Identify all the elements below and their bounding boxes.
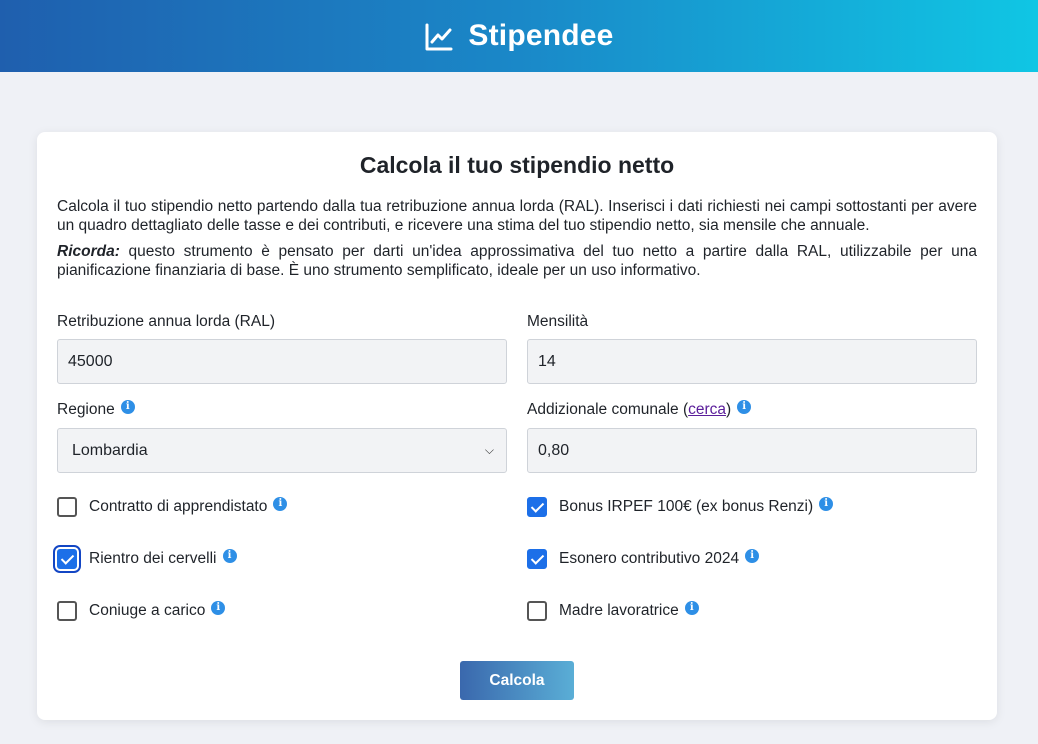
info-icon[interactable]: i	[745, 549, 760, 563]
checkbox-label: Contratto di apprendistato	[89, 498, 268, 515]
checkbox-esonero[interactable]: Esonero contributivo 2024 i	[527, 549, 760, 569]
mensilita-label: Mensilità	[527, 313, 589, 330]
info-icon[interactable]: i	[222, 549, 237, 563]
info-icon[interactable]: i	[273, 497, 288, 511]
comunale-label-row: Addizionale comunale (cerca) i	[527, 400, 752, 419]
ral-label: Retribuzione annua lorda (RAL)	[57, 313, 275, 330]
info-icon[interactable]: i	[120, 400, 135, 414]
checkbox-bonus-irpef[interactable]: Bonus IRPEF 100€ (ex bonus Renzi) i	[527, 497, 834, 517]
regione-select[interactable]: Lombardia ⌵	[57, 428, 507, 473]
chevron-down-icon: ⌵	[484, 443, 494, 457]
info-icon[interactable]: i	[211, 601, 226, 615]
checkbox[interactable]	[527, 549, 547, 569]
checkbox-coniuge[interactable]: Coniuge a carico i	[57, 601, 226, 621]
regione-label-row: Regione i	[57, 400, 135, 419]
info-icon[interactable]: i	[684, 601, 699, 615]
checkbox-label: Rientro dei cervelli	[89, 550, 217, 567]
comunale-input[interactable]: 0,80	[527, 428, 977, 473]
checkbox[interactable]	[527, 601, 547, 621]
checkbox-label: Madre lavoratrice	[559, 602, 679, 619]
checkbox[interactable]	[53, 545, 81, 573]
comunale-label: Addizionale comunale (	[527, 401, 689, 418]
reminder-label: Ricorda:	[57, 243, 120, 260]
checkbox-rientro-cervelli[interactable]: Rientro dei cervelli i	[53, 545, 237, 573]
mensilita-input[interactable]: 14	[527, 339, 977, 384]
checkbox[interactable]	[57, 601, 77, 621]
checkbox-label: Bonus IRPEF 100€ (ex bonus Renzi)	[559, 498, 814, 515]
info-icon[interactable]: i	[737, 400, 752, 414]
regione-label: Regione	[57, 401, 115, 418]
calcola-button[interactable]: Calcola	[460, 661, 574, 700]
calculator-card: Calcola il tuo stipendio netto Calcola i…	[37, 132, 997, 720]
intro-paragraph: Calcola il tuo stipendio netto partendo …	[57, 198, 977, 234]
ral-input[interactable]: 45000	[57, 339, 507, 384]
checkbox-label: Esonero contributivo 2024	[559, 550, 740, 567]
page-title: Calcola il tuo stipendio netto	[359, 152, 675, 178]
app-header: Stipendee	[0, 0, 1038, 72]
regione-selected-value: Lombardia	[72, 441, 148, 459]
checkbox-madre[interactable]: Madre lavoratrice i	[527, 601, 699, 621]
checkbox-apprendistato[interactable]: Contratto di apprendistato i	[57, 497, 288, 517]
info-icon[interactable]: i	[819, 497, 834, 511]
line-chart-icon	[425, 23, 453, 51]
checkbox-label: Coniuge a carico	[89, 602, 206, 619]
cerca-link[interactable]: cerca	[688, 401, 726, 419]
checkbox[interactable]	[527, 497, 547, 517]
comunale-label-close: )	[726, 401, 732, 418]
reminder-paragraph: Ricorda: questo strumento è pensato per …	[57, 242, 977, 280]
brand-title: Stipendee	[468, 19, 614, 52]
reminder-text: questo strumento è pensato per darti un'…	[57, 243, 977, 279]
checkbox[interactable]	[57, 497, 77, 517]
